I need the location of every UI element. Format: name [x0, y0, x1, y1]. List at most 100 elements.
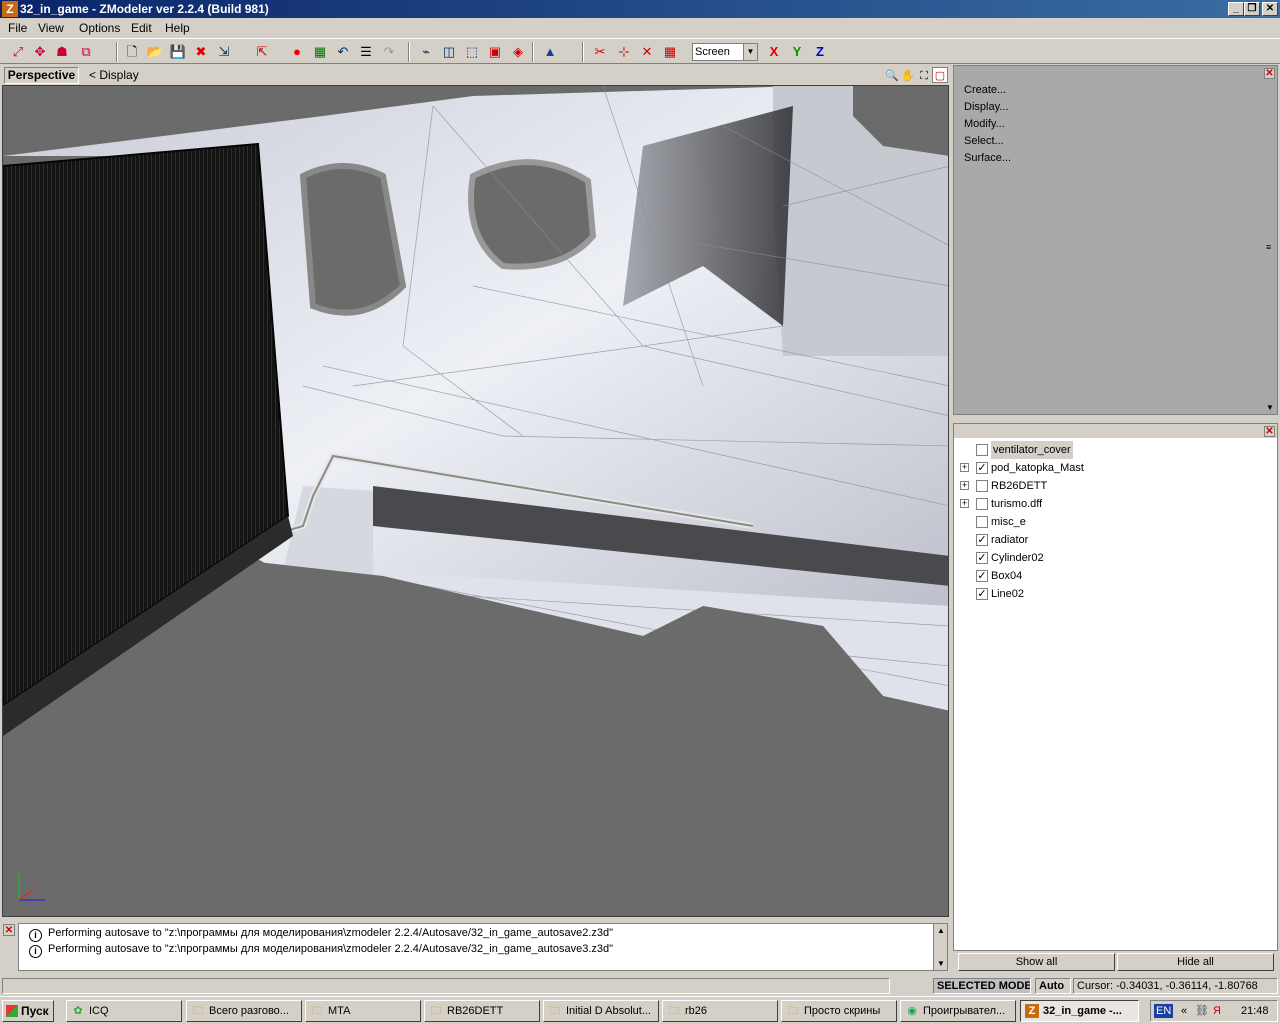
close-icon[interactable]: ▢ [932, 67, 948, 83]
log-scrollbar[interactable]: ▲ ▼ [933, 924, 947, 970]
visibility-checkbox[interactable] [976, 480, 988, 492]
menu-view[interactable]: View [38, 18, 64, 38]
visibility-checkbox[interactable] [976, 516, 988, 528]
texture-icon[interactable]: ▦ [310, 42, 330, 62]
snap-icon[interactable]: ✂ [590, 42, 610, 62]
expand-icon[interactable]: + [960, 463, 969, 472]
visibility-checkbox[interactable] [976, 444, 988, 456]
object-row[interactable]: misc_e [954, 513, 1277, 531]
visibility-checkbox[interactable]: ✓ [976, 462, 988, 474]
task-screenshots[interactable]: 🗀 Просто скрины [781, 1000, 897, 1022]
restore-button[interactable]: ❐ [1244, 2, 1260, 16]
group-tool-icon[interactable]: ⧉ [76, 42, 96, 62]
object-row[interactable]: + ✓ pod_katopka_Mast [954, 459, 1277, 477]
save-icon[interactable]: 💾 [168, 42, 188, 62]
menu-options[interactable]: Options [79, 18, 120, 38]
visibility-checkbox[interactable]: ✓ [976, 534, 988, 546]
face-mode-icon[interactable]: ◫ [439, 42, 459, 62]
minimize-button[interactable]: _ [1228, 2, 1244, 16]
cursor-coordinates: Cursor: -0.34031, -0.36114, -1.80768 [1073, 978, 1278, 994]
object-row[interactable]: ✓ Cylinder02 [954, 549, 1277, 567]
object-row[interactable]: ✓ Line02 [954, 585, 1277, 603]
cmd-select[interactable]: Select... [964, 133, 1011, 150]
axis-y-button[interactable]: Y [787, 42, 807, 62]
cmd-modify[interactable]: Modify... [964, 116, 1011, 133]
visibility-checkbox[interactable]: ✓ [976, 570, 988, 582]
export-icon[interactable]: ⇱ [252, 42, 272, 62]
3d-viewport[interactable] [2, 85, 949, 917]
chevron-down-icon[interactable]: ▼ [937, 959, 945, 968]
wire-mode-icon[interactable]: ◈ [508, 42, 528, 62]
status-message [2, 978, 890, 994]
open-folder-icon[interactable]: 📂 [145, 42, 165, 62]
task-icq[interactable]: ✿ ICQ [66, 1000, 182, 1022]
triangle-tool-icon[interactable]: ▲ [540, 42, 560, 62]
zoom-icon[interactable]: 🔍 [884, 68, 900, 84]
axis-lock-icon[interactable]: ⊹ [614, 42, 634, 62]
expand-icon[interactable]: + [960, 481, 969, 490]
object-row[interactable]: ✓ Box04 [954, 567, 1277, 585]
close-button[interactable]: ✕ [1262, 2, 1278, 16]
axis-x-button[interactable]: X [764, 42, 784, 62]
chevron-down-icon[interactable]: ▼ [743, 44, 757, 60]
close-icon[interactable]: ✕ [1264, 426, 1275, 437]
menu-edit[interactable]: Edit [131, 18, 152, 38]
new-file-icon[interactable]: 🗋 [122, 42, 142, 62]
cmd-create[interactable]: Create... [964, 82, 1011, 99]
maximize-icon[interactable]: ⛶ [916, 68, 932, 84]
antivirus-icon[interactable]: Я [1213, 1001, 1221, 1021]
menu-help[interactable]: Help [165, 18, 190, 38]
menu-file[interactable]: File [8, 18, 27, 38]
tray-expand-icon[interactable]: « [1181, 1001, 1187, 1021]
cmd-display[interactable]: Display... [964, 99, 1011, 116]
box-mode-icon[interactable]: ▣ [485, 42, 505, 62]
vertex-mode-icon[interactable]: ⌁ [416, 42, 436, 62]
object-name: Cylinder02 [991, 552, 1044, 564]
notes-icon[interactable]: ☰ [356, 42, 376, 62]
task-zmodeler[interactable]: Z 32_in_game -... [1020, 1000, 1139, 1022]
expand-icon[interactable]: + [960, 499, 969, 508]
task-rb26dett[interactable]: 🗀 RB26DETT [424, 1000, 540, 1022]
axis-z-button[interactable]: Z [810, 42, 830, 62]
task-chat[interactable]: 🗀 Всего разгово... [186, 1000, 302, 1022]
coord-space-select[interactable]: Screen ▼ [692, 43, 758, 61]
object-row[interactable]: ✓ radiator [954, 531, 1277, 549]
command-scrollbar[interactable]: ≡ ▼ [1265, 82, 1277, 414]
object-mode-icon[interactable]: ⬚ [462, 42, 482, 62]
close-icon[interactable]: ✕ [1264, 68, 1275, 79]
app-icon[interactable]: Z [2, 1, 18, 17]
record-icon[interactable]: ● [287, 42, 307, 62]
pan-icon[interactable]: ✋ [900, 68, 916, 84]
object-row[interactable]: ventilator_cover [954, 441, 1277, 459]
visibility-checkbox[interactable]: ✓ [976, 588, 988, 600]
import-icon[interactable]: ⇲ [214, 42, 234, 62]
delete-icon[interactable]: ✖ [191, 42, 211, 62]
redo-icon[interactable]: ↷ [379, 42, 399, 62]
visibility-checkbox[interactable]: ✓ [976, 552, 988, 564]
display-menu[interactable]: < Display [89, 67, 139, 83]
task-player[interactable]: ◉ Проигрывател... [900, 1000, 1016, 1022]
language-indicator[interactable]: EN [1154, 1004, 1174, 1018]
chevron-down-icon[interactable]: ▼ [1266, 403, 1274, 412]
grid-icon[interactable]: ▦ [660, 42, 680, 62]
task-initial-d[interactable]: 🗀 Initial D Absolut... [543, 1000, 659, 1022]
show-all-button[interactable]: Show all [958, 953, 1115, 971]
task-mta[interactable]: 🗀 MTA [305, 1000, 421, 1022]
folder-icon: 🗀 [787, 1005, 799, 1017]
move-tool-icon[interactable]: ✥ [30, 42, 50, 62]
undo-icon[interactable]: ↶ [333, 42, 353, 62]
cmd-surface[interactable]: Surface... [964, 150, 1011, 167]
close-icon[interactable]: ✕ [3, 924, 15, 936]
axis-free-icon[interactable]: ✕ [637, 42, 657, 62]
hide-all-button[interactable]: Hide all [1117, 953, 1274, 971]
chevron-up-icon[interactable]: ▲ [937, 926, 945, 935]
object-row[interactable]: + RB26DETT [954, 477, 1277, 495]
start-button[interactable]: Пуск [2, 1000, 54, 1022]
object-row[interactable]: + turismo.dff [954, 495, 1277, 513]
perspective-tab[interactable]: Perspective [4, 67, 79, 84]
select-tool-icon[interactable]: ⤢ [8, 42, 28, 62]
task-rb26[interactable]: 🗀 rb26 [662, 1000, 778, 1022]
figure-tool-icon[interactable]: ☗ [52, 42, 72, 62]
visibility-checkbox[interactable] [976, 498, 988, 510]
network-icon[interactable]: ⛓ [1195, 1001, 1209, 1021]
